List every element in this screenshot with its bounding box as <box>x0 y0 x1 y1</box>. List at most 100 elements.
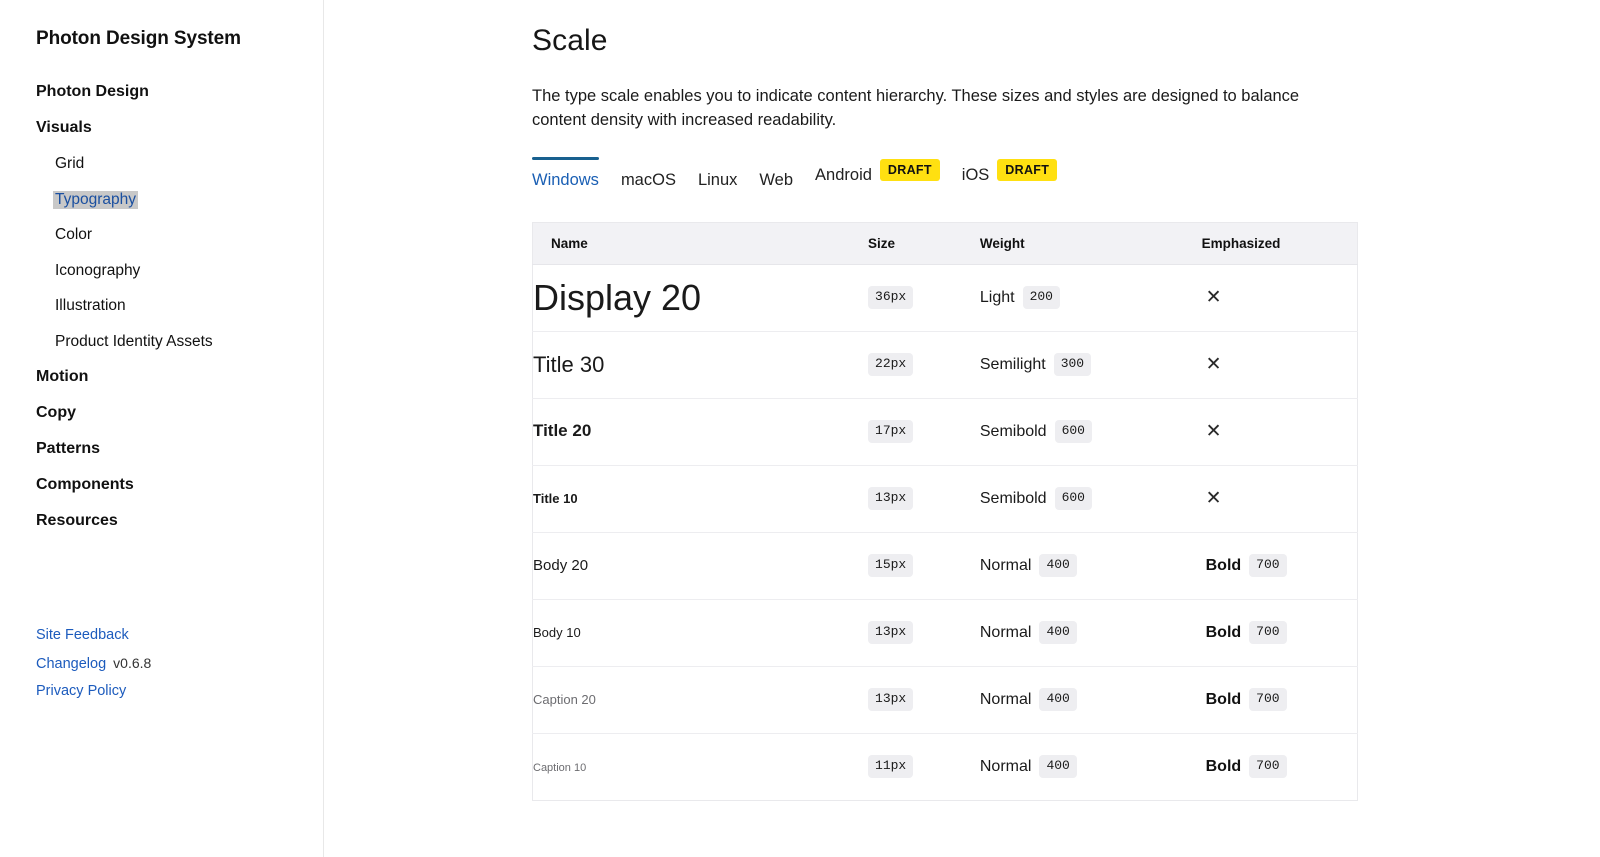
sidebar-item-label: Iconography <box>55 263 140 279</box>
tab-label: iOS <box>962 167 990 184</box>
emphasized-name: Bold <box>1206 691 1242 709</box>
sidebar-item-iconography[interactable]: Iconography <box>36 263 323 279</box>
footer-row-privacy-policy: Privacy Policy <box>36 684 151 699</box>
sidebar-item-photon-design[interactable]: Photon Design <box>36 84 323 100</box>
sidebar-item-patterns[interactable]: Patterns <box>36 441 323 457</box>
cell-name: Title 30 <box>533 331 869 398</box>
draft-badge: DRAFT <box>997 159 1057 182</box>
cell-size: 13px <box>868 666 980 733</box>
weight-name: Normal <box>980 691 1032 709</box>
emphasized-group: Bold 700 <box>1202 688 1357 711</box>
type-sample: Caption 20 <box>533 693 596 707</box>
tab-macos[interactable]: macOS <box>621 157 676 189</box>
sidebar-item-label: Components <box>36 476 134 493</box>
tab-web[interactable]: Web <box>759 157 793 189</box>
sidebar-item-copy[interactable]: Copy <box>36 405 323 421</box>
sidebar-item-label: Visuals <box>36 119 92 136</box>
cell-emphasized: ✕ <box>1202 465 1358 532</box>
cell-size: 11px <box>868 733 980 800</box>
sidebar-item-motion[interactable]: Motion <box>36 369 323 385</box>
tab-wrap-windows: Windows <box>532 157 621 189</box>
type-scale-table: Name Size Weight Emphasized Display 2036… <box>532 222 1358 801</box>
sidebar-item-product-identity-assets[interactable]: Product Identity Assets <box>36 334 323 350</box>
sidebar-item-visuals[interactable]: Visuals <box>36 120 323 136</box>
size-chip: 17px <box>868 420 913 443</box>
tab-linux[interactable]: Linux <box>698 157 737 189</box>
emphasized-name: Bold <box>1206 758 1242 776</box>
tab-label: macOS <box>621 172 676 189</box>
sidebar-item-resources[interactable]: Resources <box>36 513 323 529</box>
emphasized-value-chip: 700 <box>1249 755 1286 778</box>
cell-size: 17px <box>868 398 980 465</box>
tab-label: Linux <box>698 172 737 189</box>
cell-weight: Normal400 <box>980 532 1202 599</box>
type-sample: Body 10 <box>533 626 581 640</box>
sidebar-item-label: Resources <box>36 512 118 529</box>
version-label: v0.6.8 <box>113 655 151 671</box>
weight-name: Normal <box>980 624 1032 642</box>
sidebar-item-label: Illustration <box>55 298 126 314</box>
tab-windows[interactable]: Windows <box>532 157 599 189</box>
size-chip: 36px <box>868 286 913 309</box>
weight-value-chip: 400 <box>1039 621 1076 644</box>
table-row: Title 3022pxSemilight300✕ <box>533 331 1358 398</box>
size-chip: 13px <box>868 487 913 510</box>
footer-row-changelog: Changelog v0.6.8 <box>36 656 151 672</box>
draft-badge: DRAFT <box>880 159 940 182</box>
size-chip: 11px <box>868 755 913 778</box>
privacy-policy-link[interactable]: Privacy Policy <box>36 683 126 699</box>
size-chip: 13px <box>868 621 913 644</box>
changelog-link[interactable]: Changelog <box>36 656 106 672</box>
cell-emphasized: Bold 700 <box>1202 666 1358 733</box>
site-feedback-link[interactable]: Site Feedback <box>36 627 129 643</box>
emphasized-group: Bold 700 <box>1202 621 1357 644</box>
tab-ios[interactable]: iOS <box>962 157 990 184</box>
table-header-row: Name Size Weight Emphasized <box>533 222 1358 264</box>
weight-name: Light <box>980 289 1015 307</box>
app-root: Photon Design System Photon DesignVisual… <box>0 0 1600 857</box>
weight-group: Normal 400 <box>980 621 1202 644</box>
sidebar-item-label: Motion <box>36 368 88 385</box>
cell-name: Caption 20 <box>533 666 869 733</box>
type-sample: Title 10 <box>533 492 578 506</box>
table-head: Name Size Weight Emphasized <box>533 222 1358 264</box>
weight-name: Normal <box>980 758 1032 776</box>
cell-size: 22px <box>868 331 980 398</box>
table-row: Body 2015pxNormal400Bold700 <box>533 532 1358 599</box>
weight-name: Semibold <box>980 490 1047 508</box>
cell-weight: Normal 400 <box>980 599 1202 666</box>
not-available-icon: ✕ <box>1202 421 1222 442</box>
weight-group: Semibold600 <box>980 487 1202 510</box>
sidebar-item-grid[interactable]: Grid <box>36 156 323 172</box>
emphasized-name: Bold <box>1206 624 1242 642</box>
tab-android[interactable]: Android <box>815 157 872 184</box>
cell-weight: Normal400 <box>980 733 1202 800</box>
column-header-weight: Weight <box>980 222 1202 264</box>
tab-underline <box>532 157 599 160</box>
weight-group: Semibold600 <box>980 420 1202 443</box>
sidebar-footer: Site Feedback Changelog v0.6.8 Privacy Po… <box>36 628 151 712</box>
tab-underline <box>621 157 676 160</box>
weight-name: Semibold <box>980 423 1047 441</box>
sidebar-item-components[interactable]: Components <box>36 477 323 493</box>
weight-value-chip: 200 <box>1023 286 1060 309</box>
tab-wrap-web: Web <box>759 157 815 189</box>
weight-value-chip: 400 <box>1039 688 1076 711</box>
sidebar-item-color[interactable]: Color <box>36 227 323 243</box>
sidebar-item-label: Patterns <box>36 440 100 457</box>
cell-size: 13px <box>868 599 980 666</box>
tab-underline <box>962 157 990 160</box>
tab-label: Web <box>759 172 793 189</box>
cell-weight: Semibold600 <box>980 465 1202 532</box>
emphasized-value-chip: 700 <box>1249 621 1286 644</box>
cell-emphasized: Bold 700 <box>1202 733 1358 800</box>
emphasized-group: Bold700 <box>1202 554 1357 577</box>
cell-name: Body 20 <box>533 532 869 599</box>
page-title: Scale <box>532 24 1600 58</box>
sidebar-item-illustration[interactable]: Illustration <box>36 298 323 314</box>
emphasized-value-chip: 700 <box>1249 688 1286 711</box>
cell-emphasized: Bold 700 <box>1202 599 1358 666</box>
weight-group: Normal400 <box>980 755 1202 778</box>
sidebar-item-typography[interactable]: Typography <box>36 192 323 208</box>
cell-weight: Light 200 <box>980 264 1202 331</box>
